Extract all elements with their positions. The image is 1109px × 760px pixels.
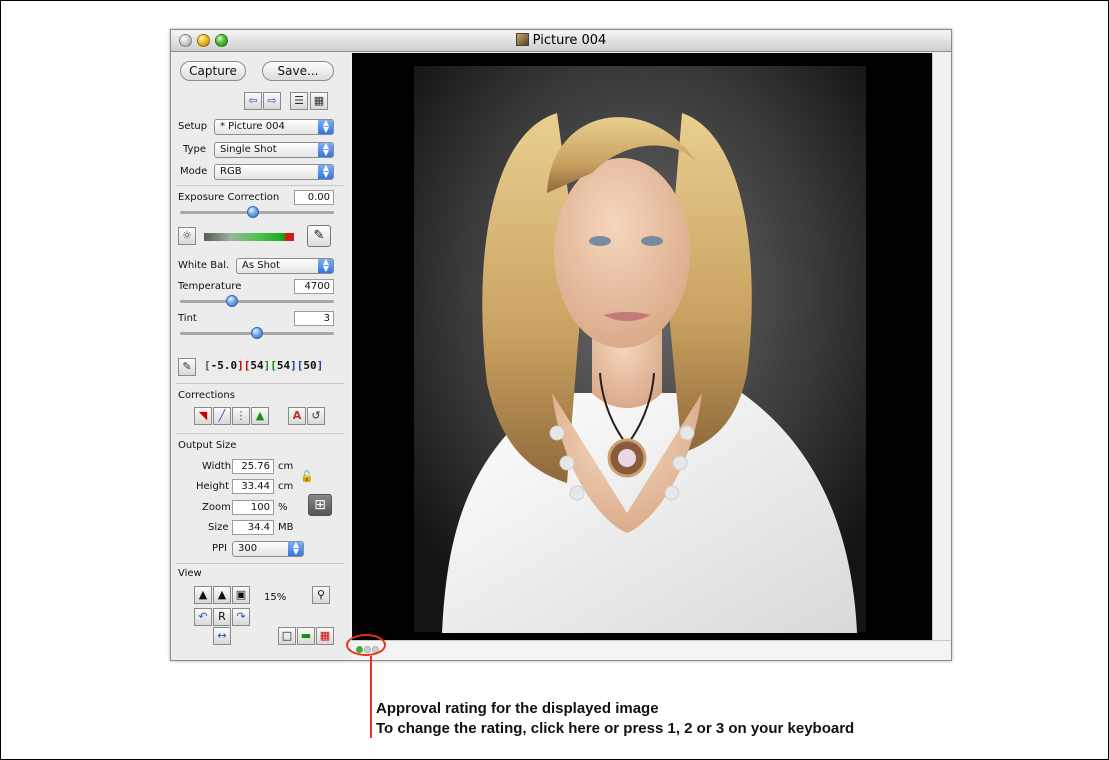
readout-b: 50	[303, 359, 317, 372]
size-label: Size	[208, 522, 229, 533]
height-label: Height	[196, 481, 230, 492]
zoom-unit: %	[278, 502, 288, 513]
zoom-label: Zoom	[202, 502, 231, 513]
lock-icon[interactable]: 🔓	[300, 470, 314, 483]
split-view-icon[interactable]: ▬	[297, 627, 315, 645]
setup-value: * Picture 004	[220, 121, 285, 132]
height-unit: cm	[278, 481, 294, 492]
zoom-field[interactable]: 100	[232, 500, 274, 515]
readout-r: 54	[250, 359, 264, 372]
popup-arrows-icon: ▲ ▼	[288, 542, 303, 556]
brightness-icon[interactable]: ☼	[178, 227, 196, 245]
tint-label: Tint	[178, 313, 197, 324]
readout-l: -5.0	[210, 359, 238, 372]
stack-icon[interactable]: ☰	[290, 92, 308, 110]
portrait-image	[352, 53, 932, 640]
popup-arrows-icon: ▲ ▼	[318, 120, 333, 134]
view-zoom-value: 15%	[264, 592, 287, 603]
color-balance-icon[interactable]: ⋮	[232, 407, 250, 425]
ppi-value: 300	[238, 543, 258, 554]
temperature-label: Temperature	[178, 281, 242, 292]
width-unit: cm	[278, 461, 294, 472]
type-value: Single Shot	[220, 144, 277, 155]
height-field[interactable]: 33.44	[232, 479, 274, 494]
mode-select[interactable]: RGB ▲ ▼	[214, 164, 334, 180]
document-icon	[515, 33, 529, 46]
app-window: Picture 004 Capture Save... ⇦ ⇨ ☰ ▦ Setu…	[170, 29, 952, 661]
view-fit-icon[interactable]: ▣	[232, 586, 250, 604]
save-button[interactable]: Save...	[262, 61, 334, 81]
tint-slider-knob[interactable]	[251, 327, 263, 339]
title-bar[interactable]: Picture 004	[171, 30, 951, 52]
setup-label: Setup	[178, 121, 208, 132]
divider	[176, 383, 344, 384]
exposure-field[interactable]: 0.00	[294, 190, 334, 205]
rotate-reset-button[interactable]: R	[213, 608, 231, 626]
capture-button[interactable]: Capture	[180, 61, 246, 81]
eyedropper-icon[interactable]: ✎	[307, 225, 331, 247]
size-unit: MB	[278, 522, 294, 533]
horizontal-scrollbar[interactable]	[352, 640, 951, 660]
annotation-line-1: Approval rating for the displayed image	[376, 700, 659, 717]
image-canvas[interactable]	[352, 53, 932, 640]
crop-icon[interactable]: ⊞	[308, 494, 332, 516]
output-size-label: Output Size	[178, 440, 237, 451]
vertical-scrollbar[interactable]	[932, 53, 951, 640]
setup-select[interactable]: * Picture 004 ▲ ▼	[214, 119, 334, 135]
corrections-label: Corrections	[178, 390, 235, 401]
type-label: Type	[183, 144, 206, 155]
rotate-left-icon[interactable]: ↶	[194, 608, 212, 626]
annotation-leader-line	[370, 656, 372, 738]
control-panel: Capture Save... ⇦ ⇨ ☰ ▦ Setup * Picture …	[172, 53, 350, 659]
exposure-slider-knob[interactable]	[247, 206, 259, 218]
annotation-circle	[346, 634, 386, 656]
levels-icon[interactable]: ◥	[194, 407, 212, 425]
white-balance-value: As Shot	[242, 260, 280, 271]
next-arrow-icon[interactable]: ⇨	[263, 92, 281, 110]
view-medium-icon[interactable]: ▲	[213, 586, 231, 604]
rotate-right-icon[interactable]: ↷	[232, 608, 250, 626]
grid-view-icon[interactable]: ▦	[316, 627, 334, 645]
ppi-select[interactable]: 300 ▲ ▼	[232, 541, 304, 557]
type-select[interactable]: Single Shot ▲ ▼	[214, 142, 334, 158]
exposure-label: Exposure Correction	[178, 192, 280, 203]
white-balance-label: White Bal.	[178, 260, 230, 271]
divider	[176, 433, 344, 434]
white-balance-select[interactable]: As Shot ▲ ▼	[236, 258, 334, 274]
flip-icon[interactable]: ↔	[213, 627, 231, 645]
wb-picker-icon[interactable]: ✎	[178, 358, 196, 376]
sharpen-icon[interactable]: ▲	[251, 407, 269, 425]
tint-field[interactable]: 3	[294, 311, 334, 326]
temperature-field[interactable]: 4700	[294, 279, 334, 294]
popup-arrows-icon: ▲ ▼	[318, 143, 333, 157]
popup-arrows-icon: ▲ ▼	[318, 259, 333, 273]
ppi-label: PPI	[212, 543, 228, 554]
width-field[interactable]: 25.76	[232, 459, 274, 474]
grid-icon[interactable]: ▦	[310, 92, 328, 110]
width-label: Width	[202, 461, 232, 472]
magnifier-icon[interactable]: ⚲	[312, 586, 330, 604]
divider	[176, 185, 344, 186]
view-label: View	[178, 568, 202, 579]
histogram-bar	[204, 233, 294, 241]
mode-label: Mode	[180, 166, 208, 177]
auto-text-icon[interactable]: A	[288, 407, 306, 425]
reset-icon[interactable]: ↺	[307, 407, 325, 425]
divider	[176, 563, 344, 564]
size-value: 34.4	[232, 520, 274, 535]
readout-g: 54	[276, 359, 291, 372]
mode-value: RGB	[220, 166, 242, 177]
temperature-slider-track[interactable]	[180, 300, 334, 303]
popup-arrows-icon: ▲ ▼	[318, 165, 333, 179]
color-readout: [-5.0][54][54][50]	[204, 359, 324, 372]
single-view-icon[interactable]: □	[278, 627, 296, 645]
curves-icon[interactable]: ╱	[213, 407, 231, 425]
prev-arrow-icon[interactable]: ⇦	[244, 92, 262, 110]
temperature-slider-knob[interactable]	[226, 295, 238, 307]
view-small-icon[interactable]: ▲	[194, 586, 212, 604]
window-title: Picture 004	[171, 33, 951, 48]
annotation-line-2: To change the rating, click here or pres…	[376, 720, 855, 737]
